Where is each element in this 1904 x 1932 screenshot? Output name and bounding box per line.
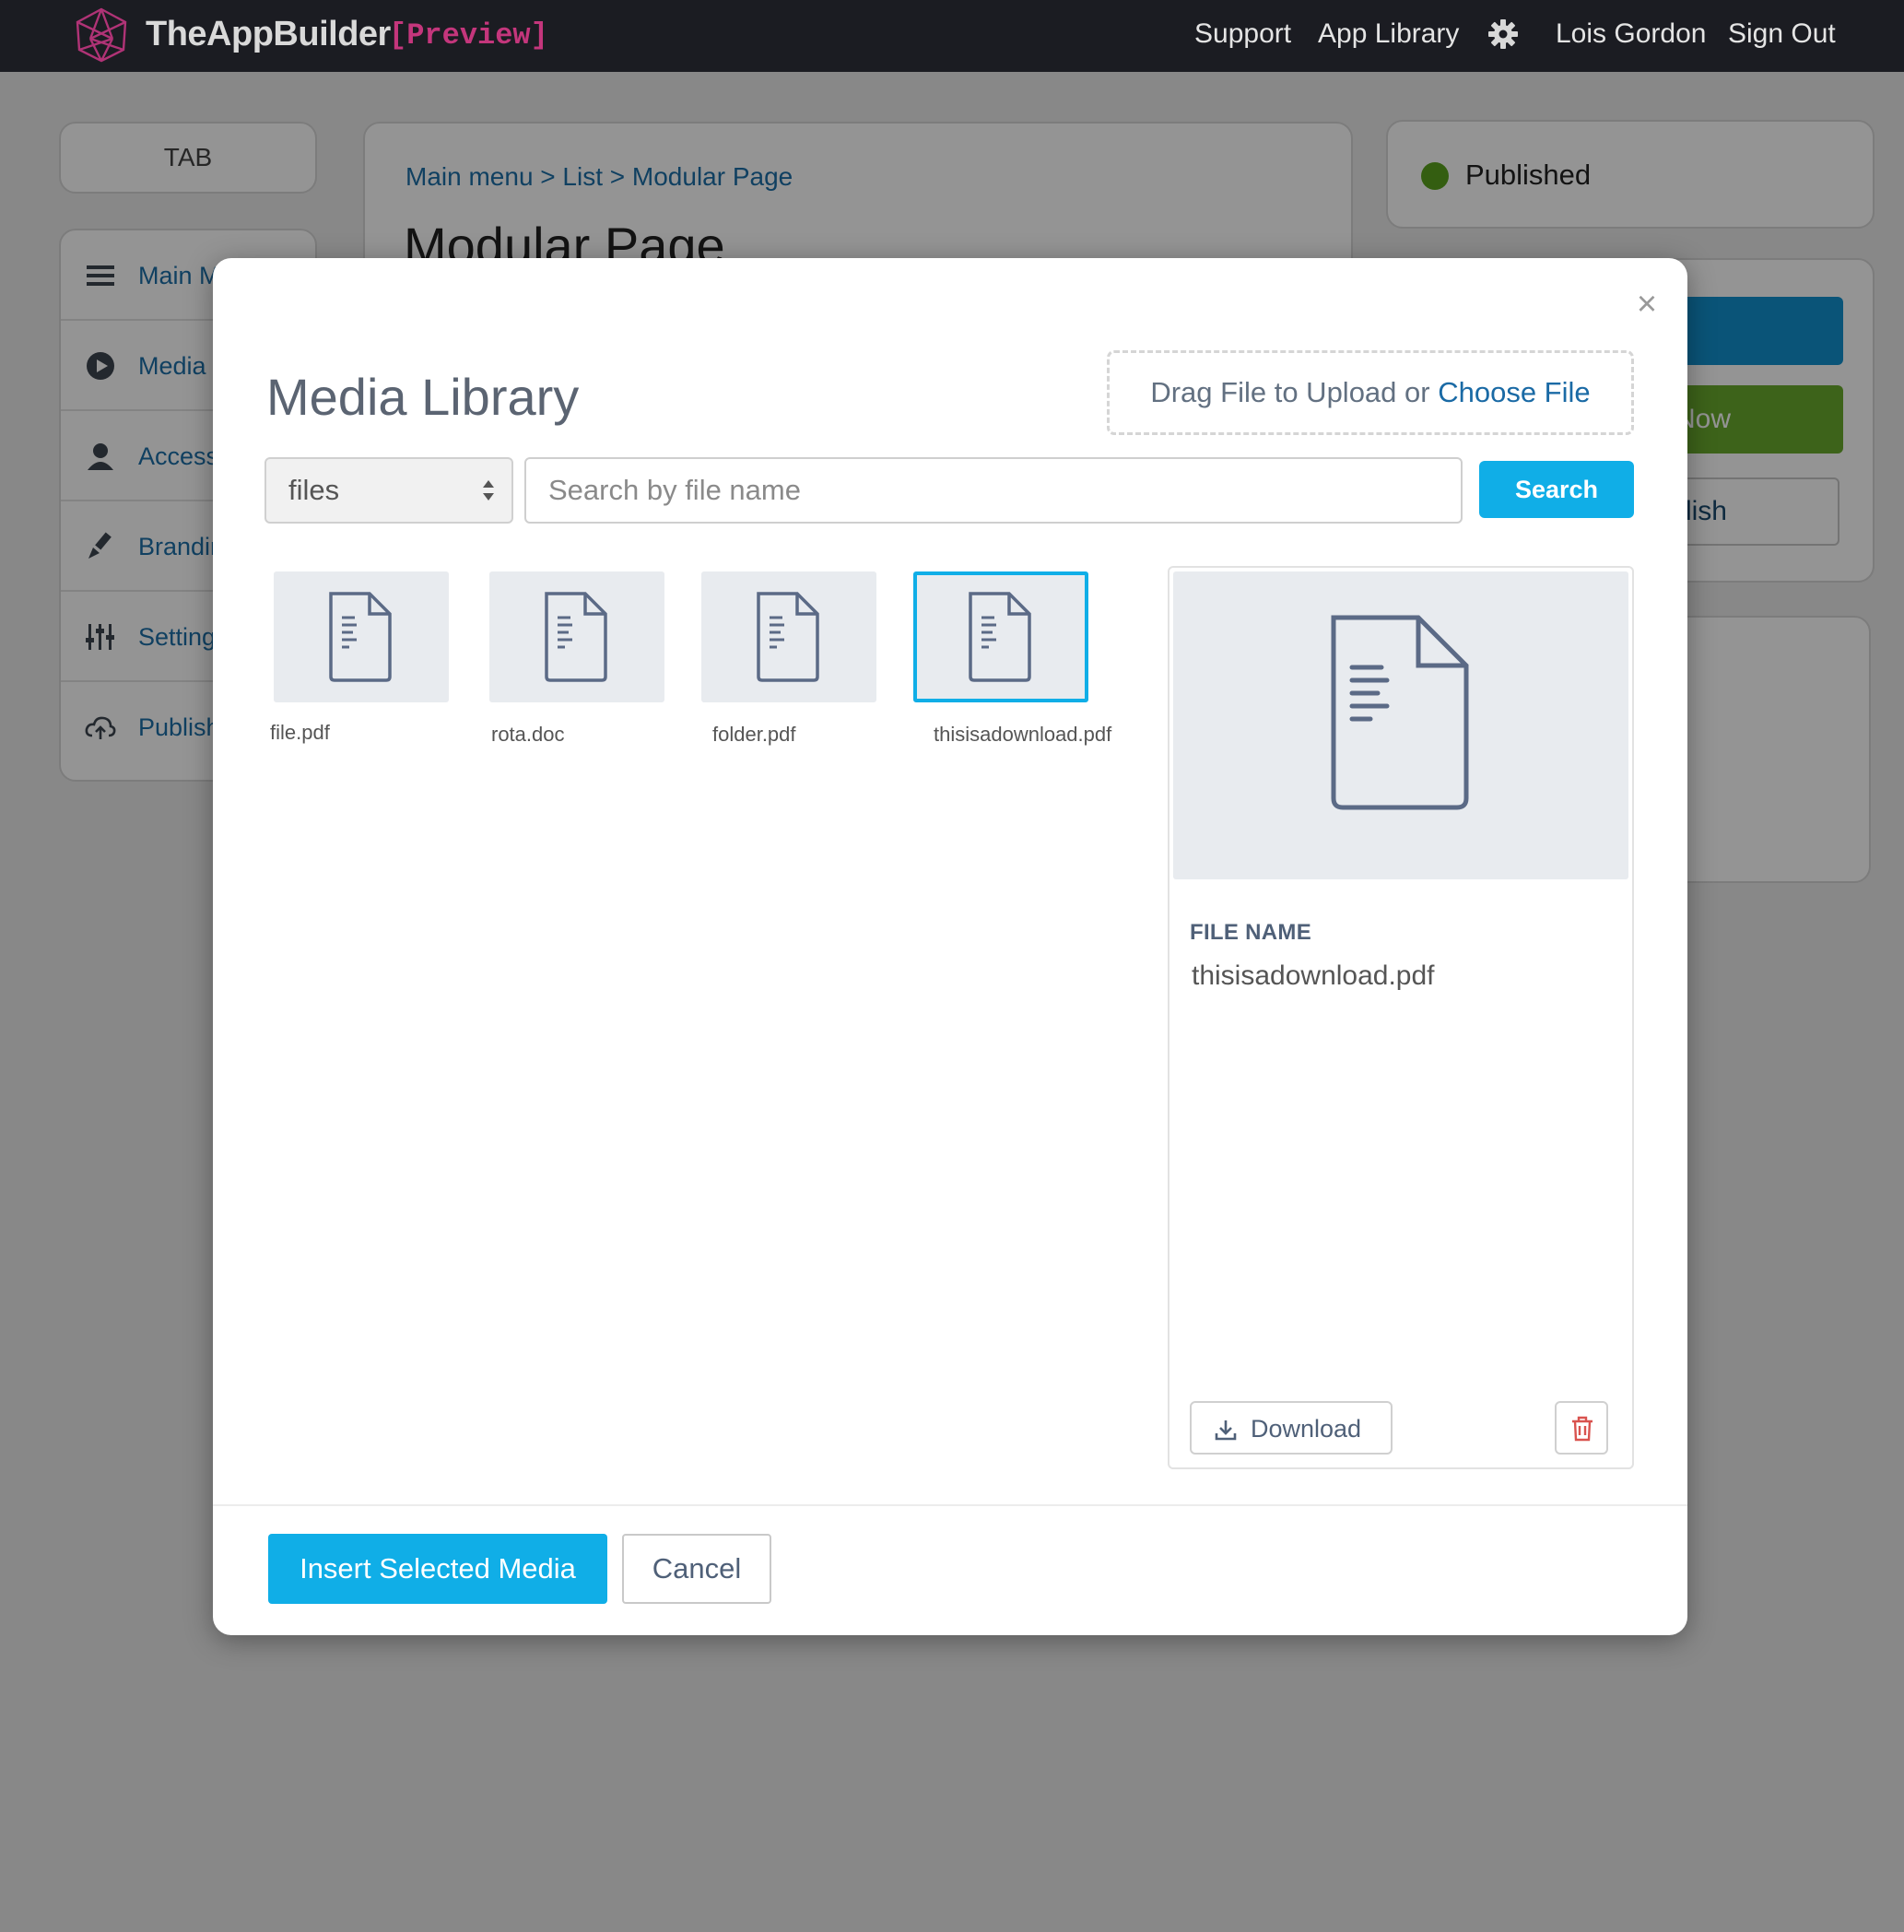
document-icon [757,592,819,682]
document-icon [545,592,607,682]
file-tile[interactable] [701,571,876,702]
upload-dropzone[interactable]: Drag File to Upload or Choose File [1107,350,1634,435]
file-name-label: thisisadownload.pdf [934,723,1112,746]
download-label: Download [1251,1415,1362,1443]
file-tile[interactable] [489,571,664,702]
file-tile-selected[interactable] [913,571,1088,702]
file-name-label: file.pdf [270,721,330,744]
file-tile[interactable] [274,571,449,702]
insert-selected-media-button[interactable]: Insert Selected Media [268,1534,607,1604]
app-library-link[interactable]: App Library [1318,18,1459,50]
brand-name[interactable]: TheAppBuilder [146,15,391,54]
file-name-heading: FILE NAME [1190,920,1312,945]
support-link[interactable]: Support [1194,18,1291,50]
close-icon[interactable]: × [1628,286,1665,323]
select-arrows-icon [483,480,494,501]
sign-out-link[interactable]: Sign Out [1728,18,1836,50]
document-icon [329,592,392,682]
file-name-label: rota.doc [491,723,565,746]
top-navbar: TheAppBuilder [Preview] Support App Libr… [0,0,1904,72]
cancel-button[interactable]: Cancel [622,1534,771,1604]
search-button[interactable]: Search [1479,461,1634,518]
document-icon [1331,615,1469,810]
delete-button[interactable] [1555,1401,1608,1455]
footer-divider [213,1504,1687,1506]
logo-icon[interactable] [72,6,131,65]
file-detail-panel: FILE NAME thisisadownload.pdf Download [1168,566,1634,1469]
search-input[interactable] [524,457,1463,524]
modal-title: Media Library [266,368,580,426]
media-type-select[interactable]: files [264,457,513,524]
file-preview [1173,571,1628,879]
dropzone-text: Drag File to Upload or [1150,376,1430,408]
user-name-link[interactable]: Lois Gordon [1556,18,1706,50]
file-name-value: thisisadownload.pdf [1192,960,1435,991]
download-icon [1215,1420,1237,1441]
trash-icon [1572,1416,1593,1442]
media-library-modal: × Media Library Drag File to Upload or C… [213,258,1687,1635]
media-type-value: files [288,474,340,506]
document-icon [969,592,1031,682]
choose-file-link[interactable]: Choose File [1438,376,1590,408]
download-button[interactable]: Download [1190,1401,1393,1455]
file-name-label: folder.pdf [712,723,796,746]
preview-tag: [Preview] [389,18,548,53]
gear-icon[interactable] [1487,18,1519,50]
